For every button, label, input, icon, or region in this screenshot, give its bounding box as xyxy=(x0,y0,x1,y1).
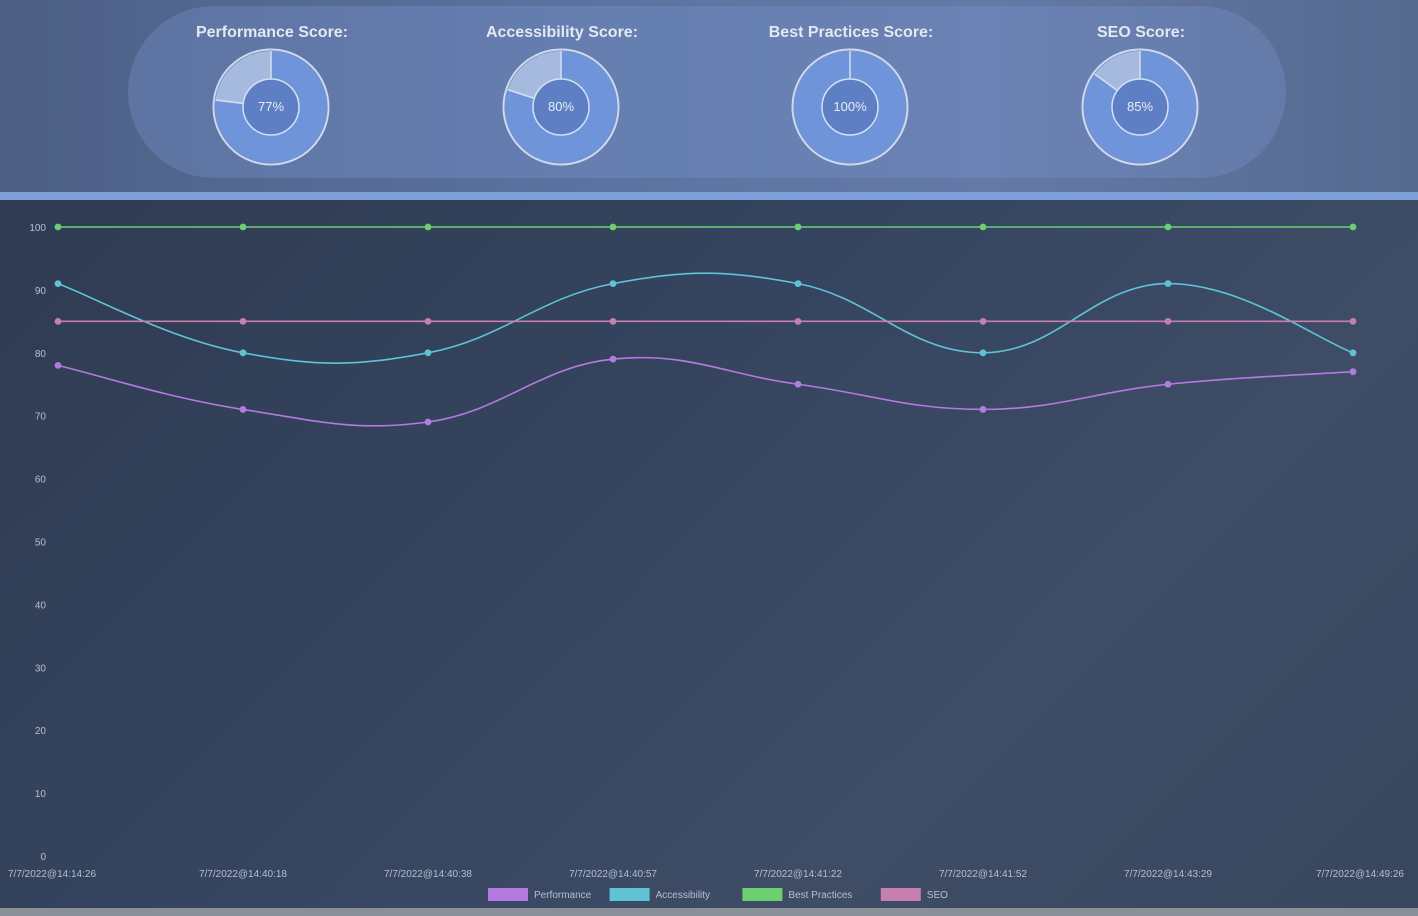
accessibility-data-point xyxy=(794,280,802,288)
best-practices-legend-label: Best Practices xyxy=(788,890,852,901)
performance-data-point xyxy=(239,406,247,413)
best-practices-data-point xyxy=(794,223,802,231)
best-practices-data-point xyxy=(1164,223,1172,231)
y-tick-label: 90 xyxy=(35,286,47,297)
performance-legend-label: Performance xyxy=(534,890,592,901)
performance-series-line xyxy=(57,356,1354,427)
best-practices-score-title: Best Practices Score: xyxy=(768,24,934,41)
performance-score-title: Performance Score: xyxy=(195,24,349,41)
y-tick-label: 10 xyxy=(35,789,47,800)
header-divider xyxy=(0,192,1418,200)
accessibility-data-point xyxy=(54,280,62,288)
x-tick-label: 7/7/2022@14:14:26 xyxy=(8,869,96,880)
seo-data-point xyxy=(979,317,987,325)
accessibility-legend-label: Accessibility xyxy=(656,890,710,901)
seo-data-point xyxy=(609,317,617,325)
seo-legend-swatch xyxy=(880,888,921,901)
best-practices-score-value: 100% xyxy=(833,99,867,114)
x-tick-label: 7/7/2022@14:40:57 xyxy=(569,869,657,880)
best-practices-legend-swatch xyxy=(742,888,783,901)
y-tick-label: 100 xyxy=(29,223,46,234)
seo-data-point xyxy=(1349,317,1357,325)
x-tick-label: 7/7/2022@14:49:26 xyxy=(1316,869,1404,880)
x-tick-label: 7/7/2022@14:43:29 xyxy=(1124,869,1212,880)
best-practices-score-card: Best Practices Score: 100% xyxy=(721,0,981,178)
accessibility-series-line xyxy=(57,272,1354,364)
seo-data-point xyxy=(424,317,432,325)
accessibility-data-point xyxy=(239,349,247,357)
performance-data-point xyxy=(979,406,987,413)
performance-score-value: 77% xyxy=(257,99,285,114)
x-tick-label: 7/7/2022@14:41:52 xyxy=(939,869,1027,880)
performance-legend-swatch xyxy=(488,888,528,901)
seo-data-point xyxy=(1164,317,1172,325)
y-tick-label: 20 xyxy=(35,726,47,737)
x-tick-label: 7/7/2022@14:40:18 xyxy=(199,869,287,880)
y-tick-label: 0 xyxy=(40,852,46,863)
accessibility-data-point xyxy=(1349,349,1357,357)
y-axis-ticks: 0 10 20 30 40 50 60 70 80 90 100 xyxy=(29,223,46,863)
score-history-chart-panel: 0 10 20 30 40 50 60 70 80 90 100 7/7/2022@14:14:26… xyxy=(0,200,1418,908)
y-tick-label: 50 xyxy=(35,538,47,549)
x-tick-label: 7/7/2022@14:40:38 xyxy=(384,869,472,880)
y-tick-label: 40 xyxy=(35,600,47,611)
best-practices-data-point xyxy=(1349,223,1357,231)
best-practices-data-point xyxy=(239,223,247,231)
seo-score-title: SEO Score: xyxy=(1096,24,1186,41)
best-practices-data-point xyxy=(979,223,987,231)
performance-data-point xyxy=(424,418,432,426)
seo-data-point xyxy=(794,317,802,325)
accessibility-data-point xyxy=(424,349,432,357)
bottom-strip xyxy=(0,908,1418,916)
y-tick-label: 30 xyxy=(35,663,47,674)
performance-score-card: Performance Score: 77% xyxy=(142,0,402,178)
accessibility-score-title: Accessibility Score: xyxy=(485,24,639,41)
seo-score-card: SEO Score: 85% xyxy=(1011,0,1271,178)
chart-legend: Performance Accessibility Best Practices SE… xyxy=(488,888,948,901)
accessibility-score-value: 80% xyxy=(547,99,575,114)
x-tick-label: 7/7/2022@14:41:22 xyxy=(754,869,842,880)
best-practices-data-point xyxy=(54,223,62,231)
y-tick-label: 70 xyxy=(35,412,47,423)
accessibility-data-point xyxy=(1164,280,1172,288)
best-practices-data-point xyxy=(424,223,432,231)
performance-data-point xyxy=(794,380,802,388)
score-history-line-chart: 0 10 20 30 40 50 60 70 80 90 100 7/7/2022@14:14:26… xyxy=(8,223,1404,901)
performance-data-point xyxy=(1349,368,1357,376)
series-lines xyxy=(57,226,1354,427)
seo-data-point xyxy=(239,317,247,325)
seo-legend-label: SEO xyxy=(927,890,948,901)
y-tick-label: 80 xyxy=(35,349,47,360)
performance-data-point xyxy=(54,361,62,369)
best-practices-data-point xyxy=(609,223,617,231)
accessibility-data-point xyxy=(609,280,617,288)
series-points xyxy=(54,223,1357,426)
accessibility-score-card: Accessibility Score: 80% xyxy=(432,0,692,178)
accessibility-data-point xyxy=(979,349,987,357)
performance-data-point xyxy=(609,355,617,363)
score-header: Performance Score: 77% Accessibility Sco… xyxy=(0,0,1418,192)
performance-data-point xyxy=(1164,380,1172,388)
seo-score-value: 85% xyxy=(1126,99,1154,114)
x-axis-ticks: 7/7/2022@14:14:26 7/7/2022@14:40:18 7/7/20… xyxy=(8,869,1404,880)
y-tick-label: 60 xyxy=(35,475,47,486)
accessibility-legend-swatch xyxy=(609,888,650,901)
seo-data-point xyxy=(54,317,62,325)
